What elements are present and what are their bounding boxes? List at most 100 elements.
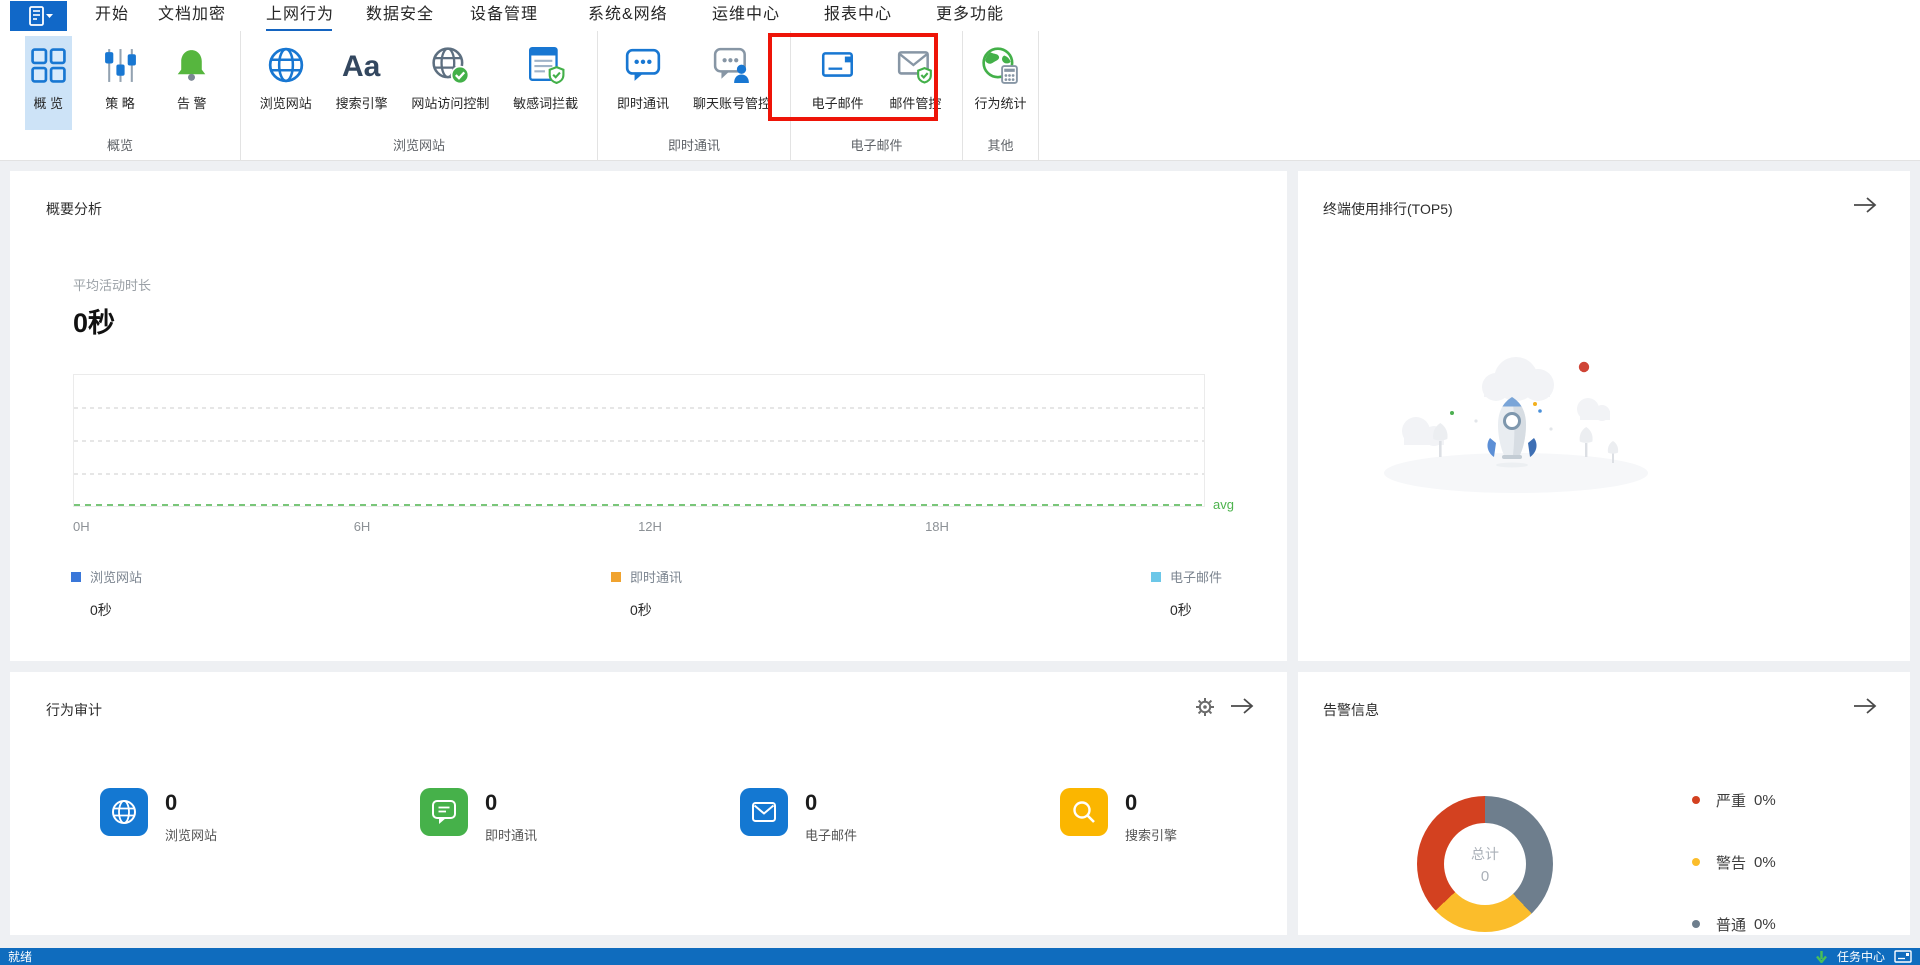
alerts-donut-chart: 总计 0 [1417,796,1553,932]
x-tick-12h: 12H [638,519,662,534]
ribbon-group-overview: 概 览 策 略 告 警 概览 [0,31,241,161]
red-dot [1578,361,1590,373]
panel-summary-analysis: 概要分析 平均活动时长 0秒 avg 0H 6H 12H 18H 浏览网站 0秒… [10,171,1287,661]
legend-label: 普通 [1716,916,1747,934]
ribbon-group-instant-messaging: 即时通讯 聊天账号管控 即时通讯 [598,31,791,161]
ribbon-button-web-access-control[interactable]: 网站访问控制 [406,36,494,130]
chat-user-icon [713,42,751,88]
menu-item-internet-behavior[interactable]: 上网行为 [266,0,334,33]
avg-activity-duration-value: 0秒 [73,308,116,338]
legend-item-warning: 警告 0% [1692,852,1776,872]
legend-item-instant-messaging: 即时通讯 0秒 [611,567,682,620]
menu-item-start[interactable]: 开始 [95,0,129,30]
ribbon-group-label-overview: 概览 [106,138,133,153]
legend-item-critical: 严重 0% [1692,790,1776,810]
legend-item-email: 电子邮件 0秒 [1151,567,1222,620]
activity-chart [73,374,1205,507]
status-bar: 就绪 任务中心 [0,948,1920,965]
ribbon-button-sensitive-word-block[interactable]: 敏感词拦截 [508,36,583,130]
menu-item-system-network[interactable]: 系统&网络 [588,0,668,30]
legend-item-browse-websites: 浏览网站 0秒 [71,567,142,620]
download-arrow-icon [1816,951,1827,963]
stat-value: 0 [165,790,178,815]
stat-label: 浏览网站 [165,828,218,843]
legend-value: 0% [1754,915,1776,933]
legend-value: 0% [1754,791,1776,809]
stat-value: 0 [1125,790,1138,815]
menu-item-report-center[interactable]: 报表中心 [824,0,892,30]
legend-value: 0秒 [630,602,652,618]
mail-icon [740,788,788,836]
task-center-button[interactable]: 任务中心 [1837,948,1885,965]
globe-check-icon [431,42,470,88]
arrow-right-icon[interactable] [1852,696,1878,716]
ribbon-button-mail-control[interactable]: 邮件管控 [884,36,946,130]
ribbon-group-label-web-browsing: 浏览网站 [392,138,445,153]
legend-swatch-lightblue [1151,571,1161,582]
legend-swatch-orange [611,571,621,582]
stat-value: 0 [805,790,818,815]
legend-value: 0秒 [1170,602,1192,618]
stat-instant-messaging[interactable]: 0 即时通讯 [420,788,537,844]
chat-bubble-icon [624,42,662,88]
donut-center-label: 总计 [1471,845,1499,862]
ribbon-button-alert[interactable]: 告 警 [168,36,215,130]
globe-icon [267,42,305,88]
message-window-icon[interactable] [1894,950,1912,963]
arrow-right-icon[interactable] [1229,696,1255,716]
ribbon-group-label-email: 电子邮件 [850,138,903,153]
ribbon-button-behavior-statistics[interactable]: 行为统计 [969,36,1031,130]
menu-item-device-management[interactable]: 设备管理 [470,0,538,30]
ribbon-button-instant-messaging[interactable]: 即时通讯 [612,36,674,130]
x-tick-18h: 18H [925,519,949,534]
ribbon-button-search-engine[interactable]: Aa 搜索引擎 [331,36,393,130]
alerts-legend: 严重 0% 警告 0% 普通 0% [1692,790,1776,965]
chat-bubble-icon [420,788,468,836]
menu-item-data-security[interactable]: 数据安全 [366,0,434,30]
stat-label: 搜索引擎 [1125,828,1178,843]
ribbon-group-other: 行为统计 其他 [963,31,1039,161]
app-menu-button[interactable] [10,1,67,31]
ribbon-button-email[interactable]: 电子邮件 [807,36,869,130]
alert-bell-icon [173,42,210,88]
panel-alert-info: 告警信息 总计 0 严重 0% 警告 0% 普通 0% [1298,672,1910,935]
ribbon-button-browse-websites[interactable]: 浏览网站 [255,36,317,130]
donut-center-value: 0 [1480,867,1490,885]
stat-browse-websites[interactable]: 0 浏览网站 [100,788,217,844]
menu-item-more-features[interactable]: 更多功能 [936,0,1004,30]
app-document-icon [28,6,53,26]
ribbon-button-policy[interactable]: 策 略 [97,36,144,130]
panel-terminal-usage-ranking: 终端使用排行(TOP5) [1298,171,1910,661]
panel-title: 告警信息 [1323,702,1379,718]
legend-label: 电子邮件 [1170,570,1223,585]
chevron-down-icon [45,14,53,18]
legend-dot-gray [1692,920,1700,928]
document-shield-icon [527,42,565,88]
avg-line-label: avg [1213,497,1234,512]
empty-state-illustration [1384,357,1648,493]
legend-label: 警告 [1716,854,1747,872]
legend-dot-red [1692,796,1700,804]
ribbon-button-chat-account-control[interactable]: 聊天账号管控 [688,36,776,130]
ribbon-group-label-other: 其他 [987,138,1014,153]
panel-behavior-audit: 行为审计 0 浏览网站 0 即时通讯 0 电子邮件 0 搜索引擎 [10,672,1287,935]
arrow-right-icon[interactable] [1852,195,1878,215]
globe-icon [100,788,148,836]
legend-label: 即时通讯 [630,570,683,585]
overview-grid-icon [30,42,67,88]
gear-icon[interactable] [1195,697,1215,717]
avg-activity-duration-label: 平均活动时长 [73,278,152,293]
stat-email[interactable]: 0 电子邮件 [740,788,857,844]
stat-search-engine[interactable]: 0 搜索引擎 [1060,788,1177,844]
ribbon-group-email: 电子邮件 邮件管控 电子邮件 [791,31,963,161]
svg-text:Aa: Aa [342,50,381,83]
ribbon-button-overview[interactable]: 概 览 [24,36,72,130]
ribbon-toolbar: 概 览 策 略 告 警 概览 浏览网站 Aa 搜索引擎 网站访问控制 敏感词拦截… [0,31,1920,161]
panel-title: 概要分析 [46,201,102,217]
legend-swatch-blue [71,571,81,582]
legend-label: 严重 [1716,792,1747,810]
search-icon [1060,788,1108,836]
menu-item-doc-encryption[interactable]: 文档加密 [158,0,226,30]
mail-icon [819,42,857,88]
menu-item-ops-center[interactable]: 运维中心 [712,0,780,30]
